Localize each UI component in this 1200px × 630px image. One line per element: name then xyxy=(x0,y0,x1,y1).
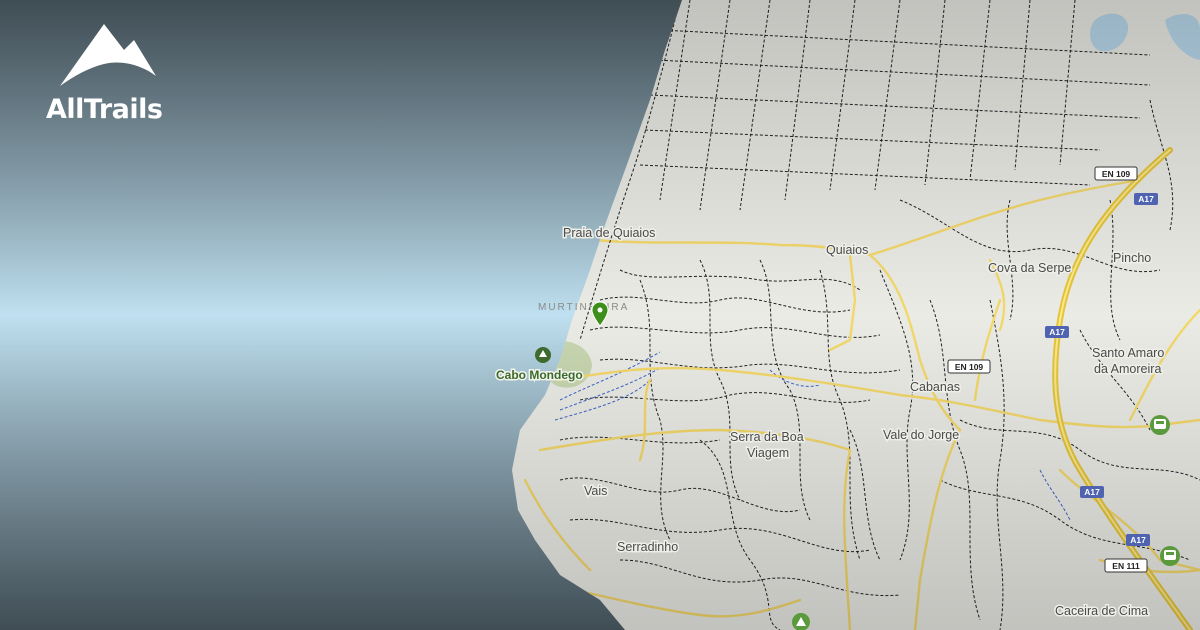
place-label: Vais xyxy=(584,484,607,498)
place-label: Vale do Jorge xyxy=(883,428,959,442)
place-label: Praia de Quiaios xyxy=(563,226,655,240)
road-shield-a17: A17 xyxy=(1084,487,1100,497)
road-shield-a17: A17 xyxy=(1138,194,1154,204)
place-label: Cabanas xyxy=(910,380,960,394)
place-label: Santo Amaro xyxy=(1092,346,1164,360)
place-label: Quiaios xyxy=(826,243,868,257)
place-label: da Amoreira xyxy=(1094,362,1161,376)
place-label: Viagem xyxy=(747,446,789,460)
transit-stop[interactable] xyxy=(1160,546,1180,566)
brand-name: AllTrails xyxy=(46,94,163,125)
place-label: Serradinho xyxy=(617,540,678,554)
road-shield-en109: EN 109 xyxy=(1102,169,1131,179)
road-shield-a17: A17 xyxy=(1049,327,1065,337)
road-shield-en109: EN 109 xyxy=(955,362,984,372)
place-label: Caceira de Cima xyxy=(1055,604,1148,618)
map-share-card: Praia de Quiaios Quiaios Cova da Serpe P… xyxy=(0,0,1200,630)
mountain-logo-icon xyxy=(60,24,156,86)
place-label: Serra da Boa xyxy=(730,430,804,444)
poi-label: Cabo Mondego xyxy=(496,368,583,382)
road-shield-a17: A17 xyxy=(1130,535,1146,545)
place-label: MURTINHEIRA xyxy=(538,302,629,313)
road-shield-en111: EN 111 xyxy=(1112,561,1140,571)
transit-stop[interactable] xyxy=(1150,415,1170,435)
place-label: Cova da Serpe xyxy=(988,261,1071,275)
place-label: Pincho xyxy=(1113,251,1151,265)
map-canvas[interactable]: Praia de Quiaios Quiaios Cova da Serpe P… xyxy=(0,0,1200,630)
